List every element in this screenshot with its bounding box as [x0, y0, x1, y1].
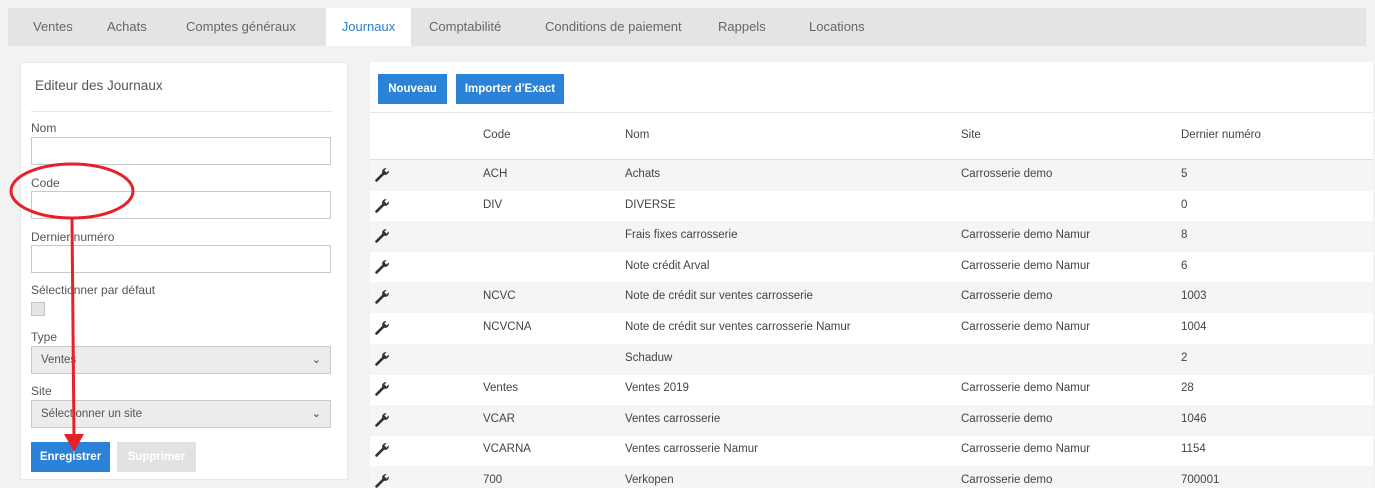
type-select[interactable]: Ventes ⌄: [31, 346, 331, 374]
tab-rappels[interactable]: Rappels: [718, 8, 766, 46]
wrench-icon[interactable]: [374, 167, 390, 183]
tab-comptabilite[interactable]: Comptabilité: [429, 8, 501, 46]
cell-nom: Ventes carrosserie: [625, 412, 721, 425]
code-input[interactable]: [31, 191, 331, 219]
site-select[interactable]: Sélectionner un site ⌄: [31, 400, 331, 428]
site-label: Site: [31, 384, 52, 398]
cell-code: DIV: [483, 198, 503, 211]
tab-conditions-paiement[interactable]: Conditions de paiement: [545, 8, 682, 46]
cell-site: Carrosserie demo Namur: [961, 382, 1091, 395]
table-row[interactable]: DIV DIVERSE 0: [370, 191, 1373, 222]
wrench-icon[interactable]: [374, 289, 390, 305]
wrench-icon[interactable]: [374, 259, 390, 275]
cell-nom: Verkopen: [625, 474, 674, 486]
cell-nom: Schaduw: [625, 351, 673, 364]
cell-site: Carrosserie demo: [961, 412, 1053, 425]
tab-comptes-generaux[interactable]: Comptes généraux: [186, 8, 296, 46]
table-row[interactable]: Ventes Ventes 2019 Carrosserie demo Namur 2…: [370, 374, 1373, 405]
table-row[interactable]: NCVCNA Note de crédit sur ventes carrosse…: [370, 313, 1373, 344]
header-nom[interactable]: Nom: [625, 129, 649, 141]
tab-locations[interactable]: Locations: [809, 8, 865, 46]
cell-nom: Note de crédit sur ventes carrosserie: [625, 290, 813, 303]
table-row[interactable]: 700 Verkopen Carrosserie demo 700001: [370, 466, 1373, 488]
cell-nom: Frais fixes carrosserie: [625, 229, 738, 242]
delete-button[interactable]: Supprimer: [117, 442, 196, 472]
cell-nom: Ventes 2019: [625, 382, 689, 395]
editor-title: Editeur des Journaux: [35, 78, 163, 93]
nom-label: Nom: [31, 121, 57, 135]
chevron-down-icon: ⌄: [311, 408, 321, 420]
cell-dernier-numero: 2: [1181, 351, 1188, 364]
cell-nom: Note crédit Arval: [625, 259, 710, 272]
editor-divider: [31, 111, 331, 112]
tab-ventes[interactable]: Ventes: [33, 8, 73, 46]
cell-site: Carrosserie demo: [961, 290, 1053, 303]
cell-dernier-numero: 5: [1181, 168, 1188, 180]
cell-nom: DIVERSE: [625, 198, 676, 211]
wrench-icon[interactable]: [374, 412, 390, 428]
cell-site: Carrosserie demo Namur: [961, 259, 1091, 272]
wrench-icon[interactable]: [374, 320, 390, 336]
save-button[interactable]: Enregistrer: [31, 442, 110, 472]
cell-dernier-numero: 28: [1181, 382, 1194, 395]
tab-achats[interactable]: Achats: [107, 8, 147, 46]
cell-code: VCAR: [483, 412, 515, 425]
tab-bar: Ventes Achats Comptes généraux Journaux …: [8, 8, 1366, 46]
wrench-icon[interactable]: [374, 381, 390, 397]
header-code[interactable]: Code: [483, 129, 511, 141]
header-dernier-numero[interactable]: Dernier numéro: [1181, 129, 1261, 141]
cell-dernier-numero: 700001: [1181, 474, 1220, 486]
table-header: Code Nom Site Dernier numéro: [370, 112, 1373, 160]
cell-code: 700: [483, 474, 503, 486]
table-row[interactable]: Note crédit Arval Carrosserie demo Namur 6: [370, 252, 1373, 283]
wrench-icon[interactable]: [374, 442, 390, 458]
table-row[interactable]: NCVC Note de crédit sur ventes carrosseri…: [370, 282, 1373, 314]
journal-editor-panel: Editeur des Journaux Nom Code Dernier nu…: [20, 62, 348, 480]
table-row[interactable]: VCAR Ventes carrosserie Carrosserie demo 10…: [370, 404, 1373, 436]
cell-dernier-numero: 1046: [1181, 412, 1207, 425]
table-row[interactable]: VCARNA Ventes carrosserie Namur Carrosseri…: [370, 435, 1373, 466]
header-site[interactable]: Site: [961, 129, 981, 141]
tab-journaux[interactable]: Journaux: [326, 8, 411, 46]
dernier-numero-input[interactable]: [31, 245, 331, 273]
chevron-down-icon: ⌄: [311, 354, 321, 366]
type-select-value: Ventes: [41, 354, 77, 366]
cell-dernier-numero: 8: [1181, 229, 1188, 242]
site-select-value: Sélectionner un site: [41, 408, 143, 420]
cell-code: ACH: [483, 168, 508, 180]
table-row[interactable]: ACH Achats Carrosserie demo 5: [370, 160, 1373, 191]
cell-nom: Achats: [625, 168, 661, 180]
cell-dernier-numero: 0: [1181, 198, 1188, 211]
table-row[interactable]: Frais fixes carrosserie Carrosserie demo …: [370, 221, 1373, 253]
defaut-checkbox[interactable]: [31, 302, 45, 316]
nom-input[interactable]: [31, 137, 331, 165]
cell-site: Carrosserie demo Namur: [961, 321, 1091, 333]
import-exact-button[interactable]: Importer d'Exact: [456, 74, 564, 104]
new-button[interactable]: Nouveau: [378, 74, 447, 104]
cell-code: NCVCNA: [483, 321, 532, 333]
cell-nom: Note de crédit sur ventes carrosserie Na…: [625, 321, 851, 333]
table-row[interactable]: Schaduw 2: [370, 343, 1373, 375]
cell-site: Carrosserie demo: [961, 474, 1053, 486]
wrench-icon[interactable]: [374, 351, 390, 367]
cell-code: Ventes: [483, 382, 519, 395]
type-label: Type: [31, 330, 58, 344]
cell-nom: Ventes carrosserie Namur: [625, 443, 758, 456]
defaut-label: Sélectionner par défaut: [31, 283, 156, 297]
cell-code: VCARNA: [483, 443, 531, 456]
cell-code: NCVC: [483, 290, 516, 303]
code-label: Code: [31, 176, 60, 190]
cell-site: Carrosserie demo Namur: [961, 443, 1091, 456]
cell-dernier-numero: 1004: [1181, 321, 1207, 333]
journals-table-panel: Nouveau Importer d'Exact Code Nom Site D…: [370, 62, 1373, 488]
cell-site: Carrosserie demo Namur: [961, 229, 1091, 242]
wrench-icon[interactable]: [374, 473, 390, 488]
wrench-icon[interactable]: [374, 228, 390, 244]
cell-site: Carrosserie demo: [961, 168, 1053, 180]
cell-dernier-numero: 1003: [1181, 290, 1207, 303]
wrench-icon[interactable]: [374, 198, 390, 214]
cell-dernier-numero: 1154: [1181, 443, 1206, 456]
cell-dernier-numero: 6: [1181, 259, 1188, 272]
dernier-numero-label: Dernier numéro: [31, 230, 115, 244]
